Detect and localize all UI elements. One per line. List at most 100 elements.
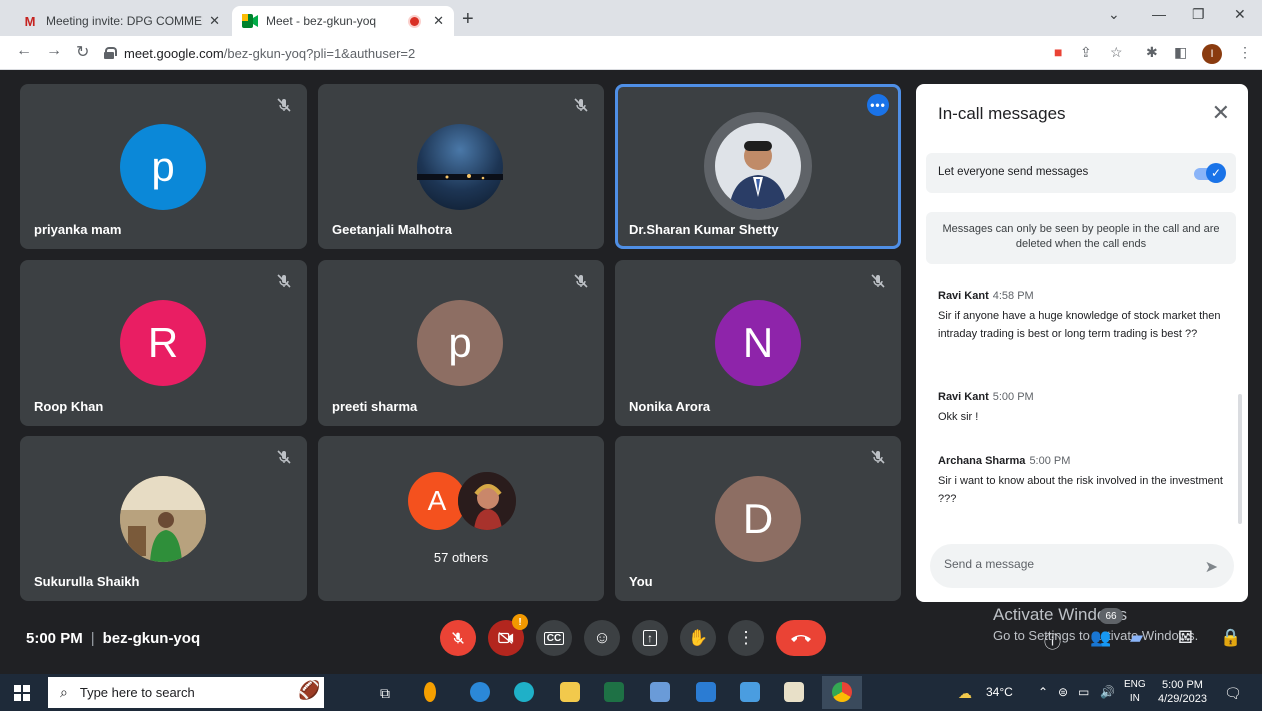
message-text: Okk sir !: [938, 411, 979, 423]
more-vert-icon: ⋮: [737, 628, 755, 647]
participant-name: You: [629, 574, 653, 589]
tab-search-chevron-icon[interactable]: ⌄: [1108, 6, 1120, 23]
hand-icon: ✋: [688, 630, 708, 647]
back-icon[interactable]: ←: [16, 42, 32, 60]
present-screen-icon: ↑: [643, 630, 657, 646]
message-input[interactable]: [944, 557, 1184, 571]
task-view-icon[interactable]: ⧉: [380, 685, 390, 702]
forward-icon[interactable]: →: [46, 42, 62, 60]
chat-scrollbar[interactable]: [1238, 394, 1242, 524]
participant-name: Geetanjali Malhotra: [332, 222, 452, 237]
camera-in-use-icon[interactable]: ■: [1054, 44, 1062, 60]
weather-temperature[interactable]: 34°C: [986, 685, 1013, 699]
in-call-messages-panel: In-call messages ✕ Let everyone send mes…: [916, 84, 1248, 602]
people-icon[interactable]: 👥: [1090, 628, 1111, 648]
leave-call-button[interactable]: [776, 620, 826, 656]
participant-tile[interactable]: N Nonika Arora: [615, 260, 901, 426]
windows-start-icon[interactable]: [14, 685, 30, 701]
photos-icon[interactable]: [740, 682, 760, 702]
participant-name: preeti sharma: [332, 399, 418, 414]
cortana-icon[interactable]: [424, 682, 436, 702]
chat-message: Ravi Kant 4:58 PM Sir if anyone have a hu…: [938, 290, 1228, 343]
more-options-icon[interactable]: •••: [867, 94, 889, 116]
bookmark-star-icon[interactable]: ☆: [1110, 44, 1123, 61]
send-message-box[interactable]: ➤: [930, 544, 1234, 588]
raise-hand-button[interactable]: ✋: [680, 620, 716, 656]
store-icon[interactable]: [650, 682, 670, 702]
message-text: Sir if anyone have a huge knowledge of s…: [938, 310, 1221, 340]
tab-title: Meeting invite: DPG COMMERCE: [46, 14, 203, 28]
tab-close-icon[interactable]: ✕: [433, 13, 444, 29]
extensions-icon[interactable]: ✱: [1146, 44, 1158, 61]
participant-tile[interactable]: p priyanka mam: [20, 84, 307, 249]
news-widget-icon[interactable]: 🏈: [298, 680, 320, 700]
participant-tile-active-speaker[interactable]: ••• Dr.Sharan Kumar Shetty: [615, 84, 901, 249]
avatar: [120, 476, 206, 562]
activities-icon[interactable]: ⚄: [1178, 628, 1193, 648]
notifications-icon[interactable]: 🗨: [1224, 685, 1242, 702]
menu-kebab-icon[interactable]: ⋮: [1238, 44, 1252, 61]
side-panel-icon[interactable]: ◧: [1174, 44, 1187, 61]
new-tab-icon[interactable]: +: [462, 8, 474, 31]
send-icon[interactable]: ➤: [1205, 557, 1218, 577]
volume-icon[interactable]: 🔊: [1100, 685, 1115, 699]
paint-icon[interactable]: [784, 682, 804, 702]
restore-icon[interactable]: ❐: [1192, 6, 1205, 23]
minimize-icon[interactable]: —: [1152, 6, 1166, 22]
captions-button[interactable]: CC: [536, 620, 572, 656]
close-icon[interactable]: ✕: [1212, 100, 1230, 126]
meeting-details-icon[interactable]: ⓘ: [1044, 628, 1061, 653]
participant-tile[interactable]: R Roop Khan: [20, 260, 307, 426]
participant-tile[interactable]: Geetanjali Malhotra: [318, 84, 604, 249]
taskbar-search[interactable]: ⌕ Type here to search: [48, 677, 324, 708]
camera-toggle-button[interactable]: !: [488, 614, 528, 656]
meet-icon: [242, 13, 258, 29]
mail-icon[interactable]: [696, 682, 716, 702]
message-time: 4:58 PM: [992, 290, 1034, 302]
mic-off-icon: [277, 98, 291, 112]
reactions-button[interactable]: ☺: [584, 620, 620, 656]
chevron-up-icon[interactable]: ⌃: [1038, 685, 1048, 699]
self-tile[interactable]: D You: [615, 436, 901, 601]
battery-icon[interactable]: ▭: [1078, 685, 1089, 699]
divider: |: [90, 630, 95, 647]
network-icon[interactable]: ⊜: [1058, 685, 1068, 699]
tab-close-icon[interactable]: ✕: [209, 13, 220, 29]
address-bar[interactable]: meet.google.com/bez-gkun-yoq?pli=1&authu…: [104, 40, 1044, 66]
file-explorer-icon[interactable]: [560, 682, 580, 702]
participant-tile[interactable]: p preeti sharma: [318, 260, 604, 426]
language-indicator[interactable]: ENG IN: [1124, 678, 1146, 706]
lang-line-2: IN: [1129, 693, 1140, 704]
close-window-icon[interactable]: ✕: [1234, 6, 1246, 23]
participant-tile[interactable]: Sukurulla Shaikh: [20, 436, 307, 601]
app-icon[interactable]: [470, 682, 490, 702]
profile-avatar[interactable]: I: [1202, 44, 1222, 64]
mic-off-icon: [871, 450, 885, 464]
check-icon[interactable]: ✓: [1206, 163, 1226, 183]
chat-icon[interactable]: ▰: [1130, 628, 1143, 648]
avatar: D: [715, 476, 801, 562]
more-options-button[interactable]: ⋮: [728, 620, 764, 656]
captions-icon: CC: [543, 631, 565, 645]
host-controls-icon[interactable]: 🔒: [1220, 628, 1241, 648]
warning-badge: !: [512, 614, 528, 630]
mic-off-icon: [574, 98, 588, 112]
edge-icon[interactable]: [514, 682, 534, 702]
reload-icon[interactable]: ↻: [76, 42, 89, 62]
gmail-icon: M: [24, 13, 36, 29]
mic-off-icon: [452, 632, 464, 644]
taskbar-clock[interactable]: 5:00 PM 4/29/2023: [1158, 678, 1207, 706]
tab-gmail[interactable]: M Meeting invite: DPG COMMERCE ✕: [12, 6, 230, 36]
excel-icon[interactable]: [604, 682, 624, 702]
share-icon[interactable]: ⇪: [1080, 44, 1092, 61]
avatar: p: [417, 300, 503, 386]
avatar: [417, 124, 503, 210]
mic-toggle-button[interactable]: [440, 620, 476, 656]
chrome-taskbar-button[interactable]: [822, 676, 862, 709]
participant-name: Nonika Arora: [629, 399, 711, 414]
others-tile[interactable]: A 57 others: [318, 436, 604, 601]
present-button[interactable]: ↑: [632, 620, 668, 656]
meet-stage: p priyanka mam Geetanjali Malhotra ••• D…: [0, 70, 1262, 674]
tab-meet[interactable]: Meet - bez-gkun-yoq ✕: [232, 6, 454, 36]
mic-off-icon: [871, 274, 885, 288]
